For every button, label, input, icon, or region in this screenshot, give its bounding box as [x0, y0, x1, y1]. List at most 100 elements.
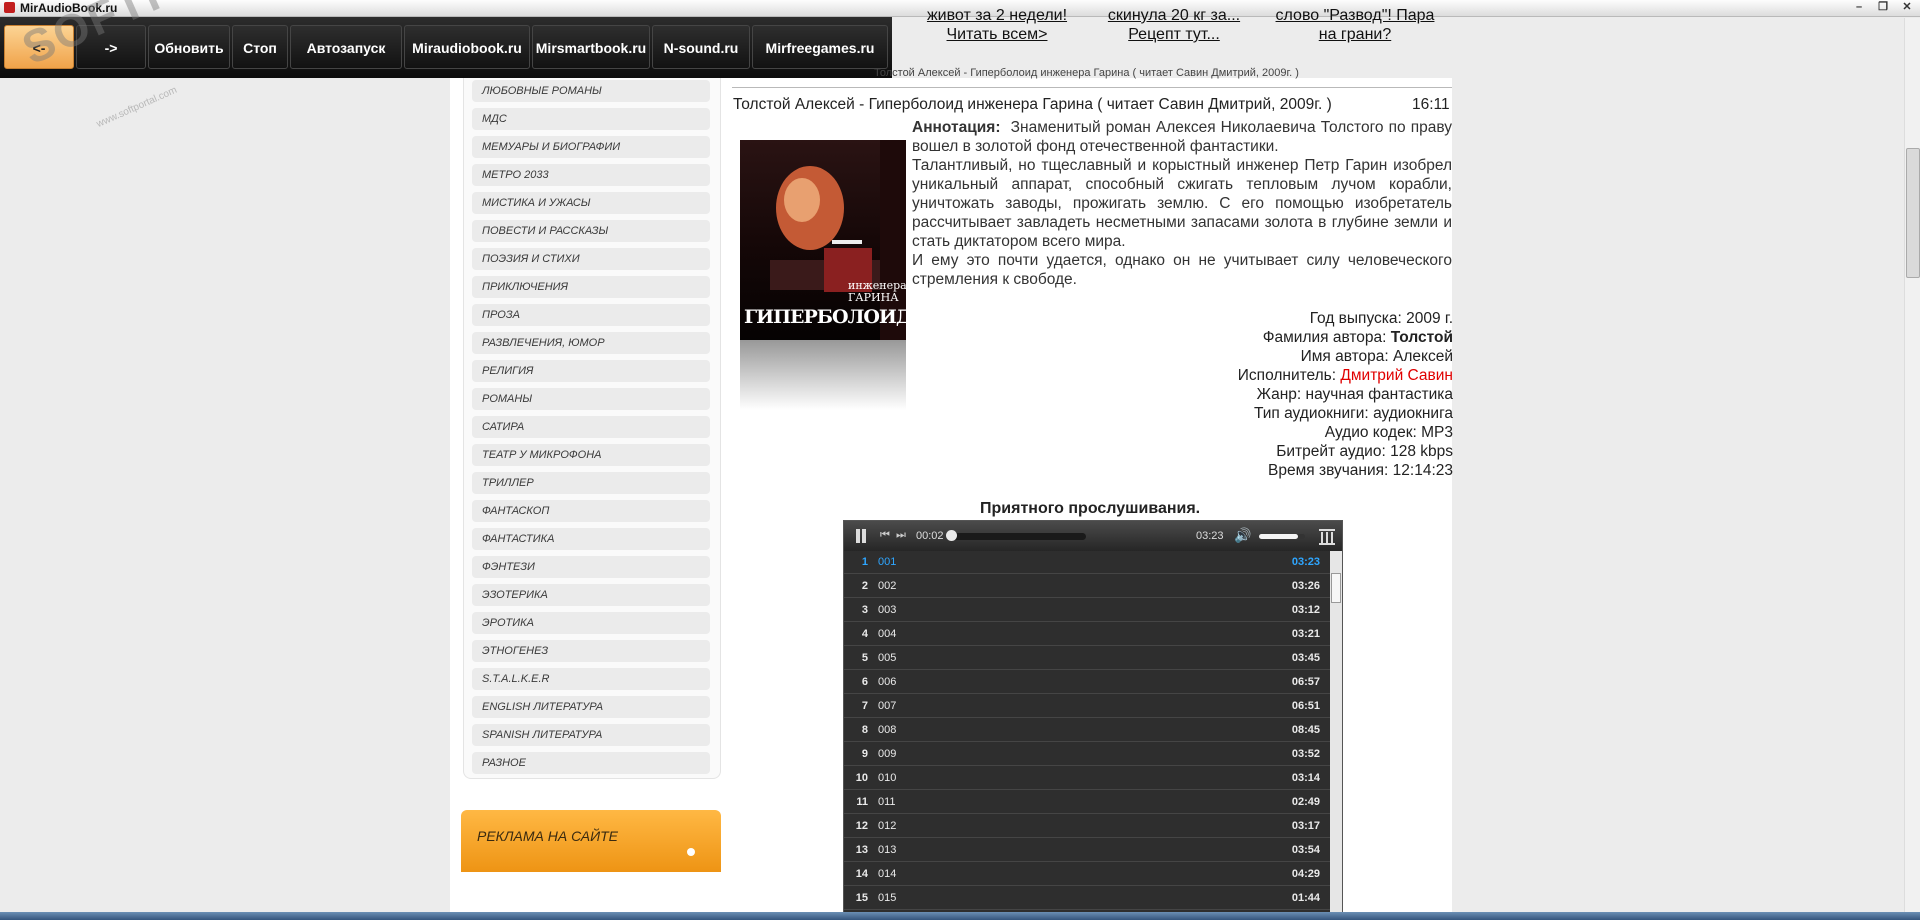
- track-dur: 03:21: [1291, 628, 1320, 640]
- pause-icon[interactable]: [856, 529, 860, 543]
- volume-icon[interactable]: 🔊: [1234, 527, 1251, 544]
- playlist-track-row[interactable]: 14 014 04:29: [844, 863, 1330, 886]
- meta-year: Год выпуска: 2009 г.: [1309, 310, 1453, 327]
- playlist-track-row[interactable]: 8 008 08:45: [844, 719, 1330, 742]
- news-link-3[interactable]: слово "Развод"! Пара на грани?: [1270, 6, 1440, 44]
- playlist-track-row[interactable]: 9 009 03:52: [844, 743, 1330, 766]
- sidebar-category-item[interactable]: ПРИКЛЮЧЕНИЯ: [472, 276, 710, 298]
- track-name: 002: [878, 580, 897, 592]
- sidebar-category-item[interactable]: S.T.A.L.K.E.R: [472, 668, 710, 690]
- playlist-track-row[interactable]: 1 001 03:23: [844, 551, 1330, 574]
- divider: [732, 87, 1452, 88]
- track-num: 8: [861, 724, 868, 736]
- next-track-icon[interactable]: ⏭: [896, 529, 906, 542]
- sidebar-category-item[interactable]: ПРОЗА: [472, 304, 710, 326]
- track-num: 4: [861, 628, 868, 640]
- annotation-para-3: И ему это почти удается, однако он не уч…: [912, 252, 1452, 288]
- autorun-button[interactable]: Автозапуск: [290, 25, 402, 69]
- track-num: 13: [855, 844, 868, 856]
- track-dur: 03:17: [1291, 820, 1320, 832]
- playlist-track-row[interactable]: 3 003 03:12: [844, 599, 1330, 622]
- volume-level: [1259, 534, 1298, 539]
- sidebar-category-item[interactable]: РАЗВЛЕЧЕНИЯ, ЮМОР: [472, 332, 710, 354]
- track-dur: 03:45: [1291, 652, 1320, 664]
- meta-codec: Аудио кодек: MP3: [1324, 424, 1453, 441]
- track-name: 010: [878, 772, 897, 784]
- mirfreegames-link-button[interactable]: Mirfreegames.ru: [752, 25, 888, 69]
- ad-banner[interactable]: РЕКЛАМА НА САЙТЕ: [461, 810, 721, 872]
- sidebar-category-item[interactable]: SPANISH ЛИТЕРАТУРА: [472, 724, 710, 746]
- refresh-button[interactable]: Обновить: [148, 25, 230, 69]
- playlist-scroll-thumb[interactable]: [1331, 573, 1341, 603]
- sidebar-category-item[interactable]: МИСТИКА И УЖАСЫ: [472, 192, 710, 214]
- news-line: живот за 2 недели!: [926, 7, 1068, 24]
- sidebar-category-item[interactable]: ЭРОТИКА: [472, 612, 710, 634]
- seek-handle[interactable]: [946, 530, 957, 541]
- sidebar-category-item[interactable]: ЛЮБОВНЫЕ РОМАНЫ: [472, 80, 710, 102]
- playlist-scrollbar[interactable]: [1330, 551, 1342, 917]
- track-name: 005: [878, 652, 897, 664]
- page-scroll-thumb[interactable]: [1906, 148, 1920, 278]
- stop-button[interactable]: Стоп: [232, 25, 288, 69]
- sidebar-category-item[interactable]: МДС: [472, 108, 710, 130]
- sidebar-category-item[interactable]: ФАНТАСКОП: [472, 500, 710, 522]
- playlist-track-row[interactable]: 10 010 03:14: [844, 767, 1330, 790]
- track-dur: 04:29: [1291, 868, 1320, 880]
- sidebar-category-item[interactable]: ТРИЛЛЕР: [472, 472, 710, 494]
- track-name: 014: [878, 868, 897, 880]
- track-name: 015: [878, 892, 897, 904]
- seek-bar[interactable]: [950, 533, 1086, 540]
- news-link-2[interactable]: скинула 20 кг за... Рецепт тут...: [1100, 6, 1248, 44]
- news-line: Рецепт тут...: [1128, 26, 1220, 43]
- track-name: 007: [878, 700, 897, 712]
- close-button[interactable]: ✕: [1896, 0, 1918, 15]
- sidebar-category-item[interactable]: РАЗНОЕ: [472, 752, 710, 774]
- playlist-track-row[interactable]: 7 007 06:51: [844, 695, 1330, 718]
- nsound-link-button[interactable]: N-sound.ru: [652, 25, 750, 69]
- sidebar-category-item[interactable]: РОМАНЫ: [472, 388, 710, 410]
- track-name: 001: [878, 556, 897, 568]
- playlist-track-row[interactable]: 11 011 02:49: [844, 791, 1330, 814]
- track-name: 006: [878, 676, 897, 688]
- sidebar-category-item[interactable]: МЕТРО 2033: [472, 164, 710, 186]
- miraudiobook-link-button[interactable]: Miraudiobook.ru: [404, 25, 530, 69]
- mirsmartbook-link-button[interactable]: Mirsmartbook.ru: [532, 25, 650, 69]
- minimize-button[interactable]: –: [1848, 0, 1870, 15]
- playlist-track-row[interactable]: 5 005 03:45: [844, 647, 1330, 670]
- sidebar-category-item[interactable]: ПОВЕСТИ И РАССКАЗЫ: [472, 220, 710, 242]
- sidebar-category-item[interactable]: ЭЗОТЕРИКА: [472, 584, 710, 606]
- playlist-icon[interactable]: [1318, 527, 1336, 545]
- sidebar-category-item[interactable]: ТЕАТР У МИКРОФОНА: [472, 444, 710, 466]
- playlist-track-row[interactable]: 6 006 06:57: [844, 671, 1330, 694]
- book-time: 16:11: [1412, 96, 1450, 113]
- breadcrumb: Толстой Алексей - Гиперболоид инженера Г…: [874, 67, 1299, 79]
- sidebar-category-item[interactable]: ЭТНОГЕНЕЗ: [472, 640, 710, 662]
- playlist-track-row[interactable]: 2 002 03:26: [844, 575, 1330, 598]
- sidebar-category-item[interactable]: РЕЛИГИЯ: [472, 360, 710, 382]
- sidebar-category-item[interactable]: МЕМУАРЫ И БИОГРАФИИ: [472, 136, 710, 158]
- track-dur: 03:54: [1291, 844, 1320, 856]
- annotation: Аннотация: Знаменитый роман Алексея Нико…: [912, 118, 1452, 289]
- meta-name: Имя автора: Алексей: [1300, 348, 1453, 365]
- sidebar-category-item[interactable]: ФАНТАСТИКА: [472, 528, 710, 550]
- playlist-track-row[interactable]: 4 004 03:21: [844, 623, 1330, 646]
- maximize-button[interactable]: ❐: [1872, 0, 1894, 15]
- track-name: 004: [878, 628, 897, 640]
- track-dur: 03:14: [1291, 772, 1320, 784]
- news-link-1[interactable]: живот за 2 недели! Читать всем>: [916, 6, 1078, 44]
- sidebar-category-item[interactable]: ФЭНТЕЗИ: [472, 556, 710, 578]
- prev-track-icon[interactable]: ⏮: [880, 529, 890, 542]
- track-name: 003: [878, 604, 897, 616]
- meta-bitrate: Битрейт аудио: 128 kbps: [1276, 443, 1453, 460]
- sidebar-category-item[interactable]: САТИРА: [472, 416, 710, 438]
- track-dur: 01:44: [1291, 892, 1320, 904]
- performer-link[interactable]: Дмитрий Савин: [1340, 367, 1453, 384]
- track-num: 9: [861, 748, 868, 760]
- sidebar-category-item[interactable]: ENGLISH ЛИТЕРАТУРА: [472, 696, 710, 718]
- ad-banner-label: РЕКЛАМА НА САЙТЕ: [477, 828, 618, 844]
- track-dur: 08:45: [1291, 724, 1320, 736]
- playlist-track-row[interactable]: 13 013 03:54: [844, 839, 1330, 862]
- playlist-track-row[interactable]: 12 012 03:17: [844, 815, 1330, 838]
- sidebar-category-item[interactable]: ПОЭЗИЯ И СТИХИ: [472, 248, 710, 270]
- playlist-track-row[interactable]: 15 015 01:44: [844, 887, 1330, 910]
